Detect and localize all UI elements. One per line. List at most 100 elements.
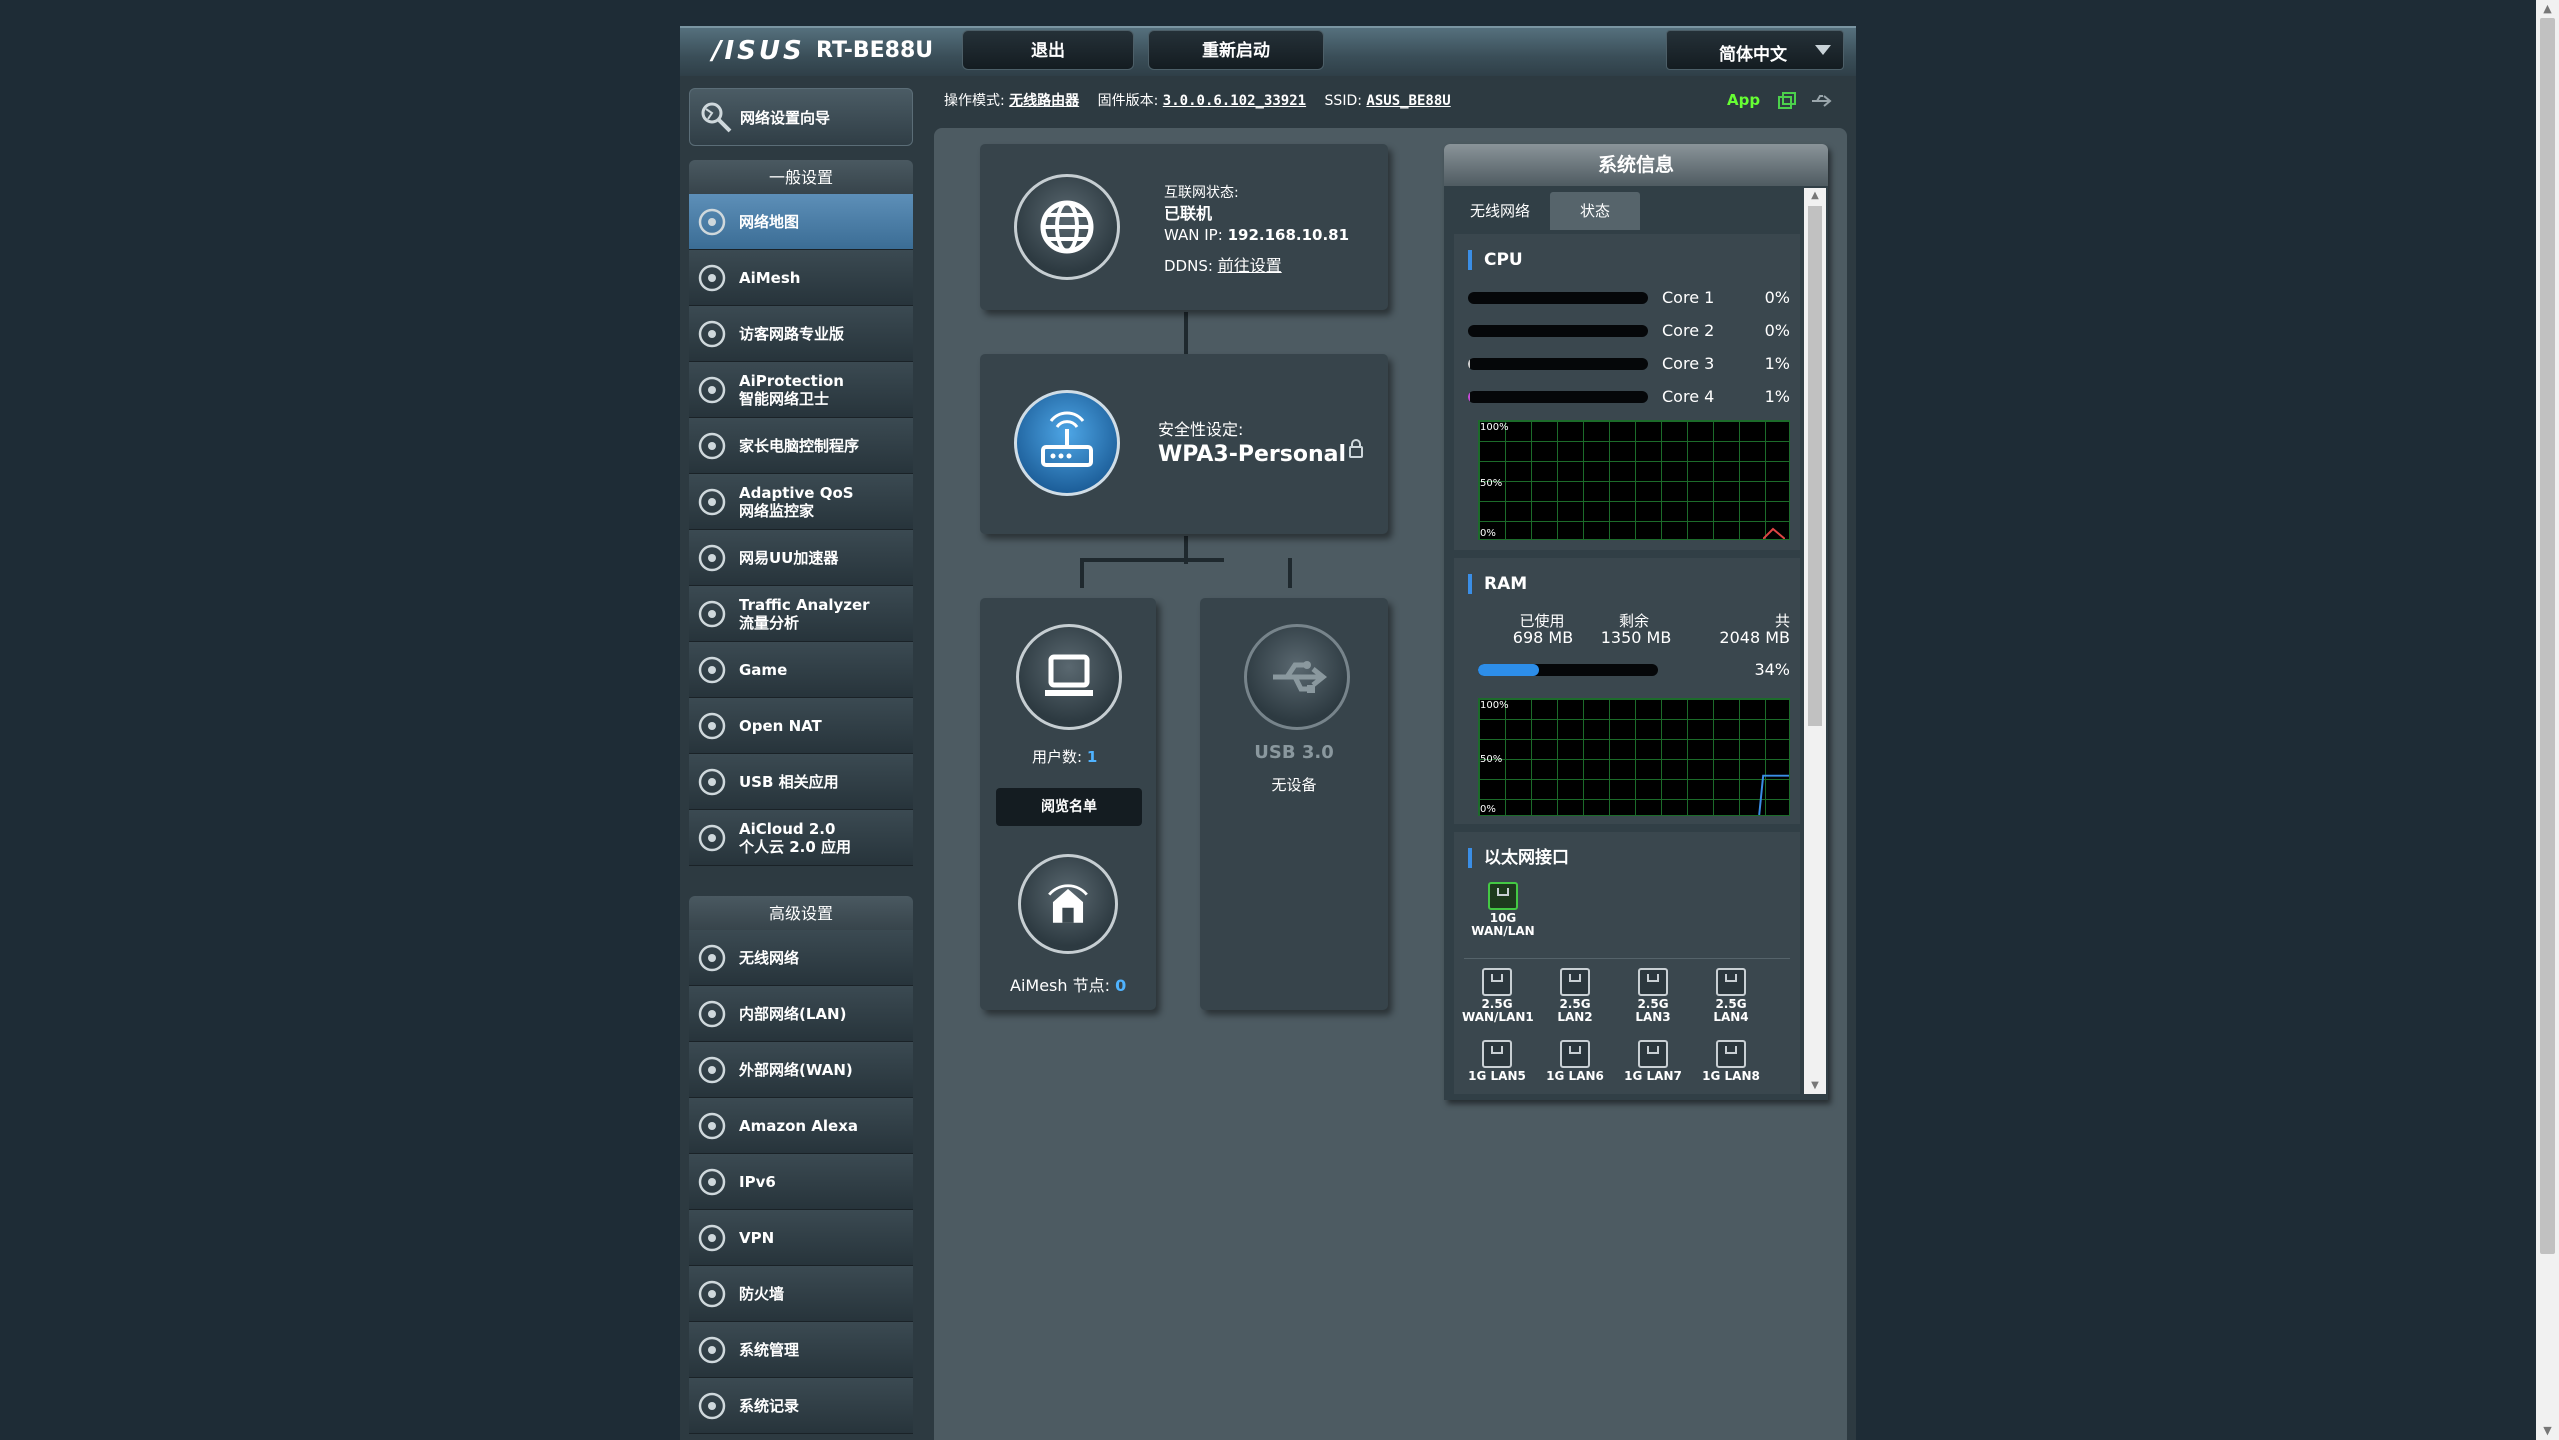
sidebar-item-advanced-0[interactable]: 无线网络 <box>689 930 913 986</box>
firmware-link[interactable]: 3.0.0.6.102_33921 <box>1163 93 1306 109</box>
sidebar-item-general-1[interactable]: AiMesh <box>689 250 913 306</box>
sidebar-item-label: USB 相关应用 <box>739 754 839 810</box>
sidebar-item-advanced-4[interactable]: IPv6 <box>689 1154 913 1210</box>
wan-icon <box>695 1053 729 1087</box>
sidebar-item-general-6[interactable]: 网易UU加速器 <box>689 530 913 586</box>
ssid-label: SSID: <box>1324 93 1362 109</box>
sidebar-item-advanced-2[interactable]: 外部网络(WAN) <box>689 1042 913 1098</box>
page-scrollbar-thumb[interactable] <box>2540 18 2555 1254</box>
reboot-button[interactable]: 重新启动 <box>1148 30 1324 70</box>
computer-icon[interactable] <box>1016 624 1122 730</box>
system-info-title: 系统信息 <box>1444 144 1828 186</box>
network-status-icon[interactable] <box>1776 90 1798 112</box>
sidebar-item-general-2[interactable]: 访客网路专业版 <box>689 306 913 362</box>
internet-card[interactable]: 互联网状态: 已联机 WAN IP: 192.168.10.81 DDNS: 前… <box>980 144 1388 310</box>
sidebar-item-advanced-3[interactable]: Amazon Alexa <box>689 1098 913 1154</box>
sidebar-item-label: 内部网络(LAN) <box>739 986 846 1042</box>
aimesh-node-icon[interactable] <box>1018 854 1118 954</box>
system-info-scrollbar-thumb[interactable] <box>1808 206 1822 726</box>
scroll-up-arrow-icon[interactable]: ▲ <box>2536 0 2559 18</box>
network-wizard-button[interactable]: 网络设置向导 <box>689 88 913 146</box>
logout-button[interactable]: 退出 <box>962 30 1134 70</box>
sidebar-item-line1: USB 相关应用 <box>739 773 839 791</box>
log-icon <box>695 1389 729 1423</box>
usb-status-icon[interactable] <box>1810 90 1832 112</box>
internet-status-label: 互联网状态: <box>1164 185 1239 201</box>
sidebar-item-label: Amazon Alexa <box>739 1098 858 1154</box>
sidebar-item-line2: 网络监控家 <box>739 502 815 520</box>
cpu-core-bar <box>1468 292 1648 304</box>
cpu-core-bar <box>1468 358 1648 370</box>
sidebar-item-line2: 流量分析 <box>739 614 800 632</box>
sidebar-item-label: Game <box>739 642 787 698</box>
ram-usage-percent: 34% <box>1754 660 1790 679</box>
tab-wireless[interactable]: 无线网络 <box>1452 192 1548 230</box>
tab-status[interactable]: 状态 <box>1550 192 1640 230</box>
sidebar-item-general-11[interactable]: AiCloud 2.0 个人云 2.0 应用 <box>689 810 913 866</box>
port-label: 2.5G LAN2 <box>1557 997 1593 1024</box>
router-card[interactable]: 安全性设定: WPA3-Personal <box>980 354 1388 534</box>
chevron-down-icon <box>1815 45 1831 55</box>
page-scrollbar[interactable]: ▲ ▼ <box>2536 0 2559 1440</box>
usb-app-icon <box>695 765 729 799</box>
ethernet-title: 以太网接口 <box>1468 848 1569 868</box>
cpu-core-percent: 1% <box>1764 387 1790 406</box>
internet-status-value: 已联机 <box>1164 204 1213 223</box>
port-label: 1G LAN8 <box>1702 1069 1760 1083</box>
sidebar-item-line1: 外部网络(WAN) <box>739 1061 853 1079</box>
sidebar-item-general-10[interactable]: USB 相关应用 <box>689 754 913 810</box>
ram-total-value: 2048 MB <box>1719 628 1790 647</box>
ethernet-port[interactable]: 1G LAN8 <box>1696 1040 1766 1083</box>
sidebar-item-general-5[interactable]: Adaptive QoS 网络监控家 <box>689 474 913 530</box>
cpu-graph-label-50: 50% <box>1480 478 1503 489</box>
sidebar-item-advanced-5[interactable]: VPN <box>689 1210 913 1266</box>
ethernet-port-icon <box>1716 1040 1746 1068</box>
sidebar-item-label: IPv6 <box>739 1154 776 1210</box>
view-list-button[interactable]: 阅览名单 <box>996 788 1142 826</box>
ethernet-port[interactable]: 1G LAN7 <box>1618 1040 1688 1083</box>
sidebar-item-advanced-7[interactable]: 系统管理 <box>689 1322 913 1378</box>
ram-section: RAM 已使用 698 MB 剩余 1350 MB 共 2048 MB 34% … <box>1454 558 1800 824</box>
clients-label: 用户数: <box>1032 748 1083 766</box>
port-10g-wan[interactable]: 10G WAN/LAN <box>1468 882 1538 938</box>
sidebar-item-label: 网络地图 <box>739 194 799 250</box>
cpu-core-label: Core 3 <box>1662 354 1715 373</box>
ethernet-port[interactable]: 2.5G WAN/LAN1 <box>1462 968 1534 1024</box>
sidebar-item-general-3[interactable]: AiProtection 智能网络卫士 <box>689 362 913 418</box>
ssid-link[interactable]: ASUS_BE88U <box>1366 93 1450 109</box>
system-info-panel: 系统信息 无线网络 状态 CPU Core 1 0% Core 2 0% Core 3 1… <box>1444 144 1828 1100</box>
sidebar-item-line1: 防火墙 <box>739 1285 785 1303</box>
sidebar-item-general-8[interactable]: Game <box>689 642 913 698</box>
ethernet-port[interactable]: 2.5G LAN2 <box>1540 968 1610 1024</box>
sidebar-item-advanced-1[interactable]: 内部网络(LAN) <box>689 986 913 1042</box>
system-info-scrollbar[interactable]: ▲ ▼ <box>1804 188 1826 1094</box>
ethernet-port[interactable]: 2.5G LAN3 <box>1618 968 1688 1024</box>
sidebar-item-line1: AiProtection <box>739 372 844 390</box>
sidebar-item-line1: Open NAT <box>739 717 822 735</box>
scroll-up-arrow-icon[interactable]: ▲ <box>1804 188 1826 204</box>
ethernet-port[interactable]: 1G LAN6 <box>1540 1040 1610 1083</box>
language-select[interactable]: 简体中文 <box>1666 30 1844 70</box>
sidebar-item-advanced-8[interactable]: 系统记录 <box>689 1378 913 1434</box>
sidebar-item-general-0[interactable]: 网络地图 <box>689 194 913 250</box>
ddns-link[interactable]: 前往设置 <box>1218 256 1282 275</box>
app-link[interactable]: App <box>1727 91 1760 109</box>
admin-gear-icon <box>695 1333 729 1367</box>
ethernet-section: 以太网接口 10G WAN/LAN 2.5G WAN/LAN1 2.5G LAN2 2… <box>1454 832 1800 1094</box>
sidebar-item-advanced-6[interactable]: 防火墙 <box>689 1266 913 1322</box>
ethernet-port[interactable]: 1G LAN5 <box>1462 1040 1532 1083</box>
scroll-down-arrow-icon[interactable]: ▼ <box>2536 1422 2559 1440</box>
sidebar-item-general-4[interactable]: 家长电脑控制程序 <box>689 418 913 474</box>
sidebar-item-general-9[interactable]: Open NAT <box>689 698 913 754</box>
cpu-title: CPU <box>1468 250 1523 270</box>
ram-usage-graph <box>1478 698 1790 816</box>
usb-card[interactable]: USB 3.0 无设备 <box>1200 598 1388 1010</box>
wan-ip-value: 192.168.10.81 <box>1227 226 1350 244</box>
mode-link[interactable]: 无线路由器 <box>1009 93 1079 109</box>
ethernet-port-icon <box>1638 1040 1668 1068</box>
sidebar-item-line1: VPN <box>739 1229 775 1247</box>
uu-accelerator-icon <box>695 541 729 575</box>
scroll-down-arrow-icon[interactable]: ▼ <box>1804 1078 1826 1094</box>
sidebar-item-general-7[interactable]: Traffic Analyzer 流量分析 <box>689 586 913 642</box>
ethernet-port[interactable]: 2.5G LAN4 <box>1696 968 1766 1024</box>
